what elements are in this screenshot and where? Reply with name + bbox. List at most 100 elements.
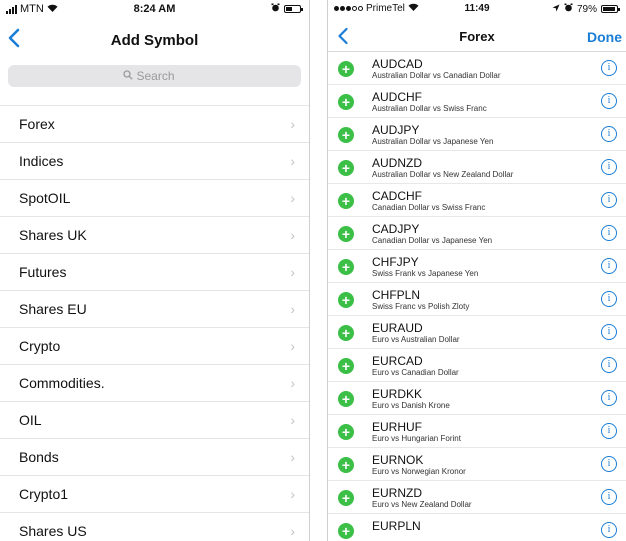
category-item-shares-eu[interactable]: Shares EU › (0, 291, 309, 328)
category-label: Commodities. (19, 375, 105, 391)
category-item-bonds[interactable]: Bonds › (0, 439, 309, 476)
info-icon[interactable]: i (601, 126, 617, 142)
symbol-description: Australian Dollar vs Swiss Franc (372, 104, 487, 113)
chevron-right-icon: › (290, 264, 295, 280)
info-icon[interactable]: i (601, 93, 617, 109)
symbol-description: Euro vs Danish Krone (372, 401, 450, 410)
add-symbol-button[interactable]: + (338, 358, 354, 374)
category-item-indices[interactable]: Indices › (0, 143, 309, 180)
add-symbol-button[interactable]: + (338, 259, 354, 275)
info-icon[interactable]: i (601, 159, 617, 175)
add-symbol-button[interactable]: + (338, 292, 354, 308)
symbol-code: CADJPY (372, 222, 420, 236)
nav-bar: Forex Done (328, 20, 626, 52)
symbol-description: Euro vs Norwegian Kronor (372, 467, 466, 476)
category-label: Shares UK (19, 227, 87, 243)
add-symbol-button[interactable]: + (338, 61, 354, 77)
info-icon[interactable]: i (601, 357, 617, 373)
info-icon[interactable]: i (601, 225, 617, 241)
symbol-row: + CHFPLN Swiss Franc vs Polish Zloty i (328, 283, 626, 316)
info-icon[interactable]: i (601, 423, 617, 439)
symbol-row: + CADCHF Canadian Dollar vs Swiss Franc … (328, 184, 626, 217)
category-item-oil[interactable]: OIL › (0, 402, 309, 439)
search-bar (0, 64, 309, 106)
category-label: Indices (19, 153, 64, 169)
info-icon[interactable]: i (601, 390, 617, 406)
battery-percent: 79% (576, 3, 597, 15)
chevron-right-icon: › (290, 486, 295, 502)
symbol-row: + CHFJPY Swiss Frank vs Japanese Yen i (328, 250, 626, 283)
search-icon (122, 69, 133, 83)
symbol-description: Euro vs Australian Dollar (372, 335, 460, 344)
symbol-description: Australian Dollar vs New Zealand Dollar (372, 170, 514, 179)
symbol-row: + AUDCAD Australian Dollar vs Canadian D… (328, 52, 626, 85)
alarm-icon (271, 3, 280, 15)
category-item-crypto[interactable]: Crypto › (0, 328, 309, 365)
chevron-right-icon: › (290, 523, 295, 539)
category-item-shares-uk[interactable]: Shares UK › (0, 217, 309, 254)
category-label: Shares US (19, 523, 87, 539)
info-icon[interactable]: i (601, 60, 617, 76)
category-item-shares-us[interactable]: Shares US › (0, 513, 309, 541)
symbol-code: EURDKK (372, 387, 423, 401)
status-bar: MTN 8:24 AM (0, 0, 309, 20)
chevron-right-icon: › (290, 449, 295, 465)
symbol-code: CADCHF (372, 189, 422, 203)
chevron-right-icon: › (290, 301, 295, 317)
symbol-code: AUDCAD (372, 57, 423, 71)
chevron-right-icon: › (290, 375, 295, 391)
symbol-row: + EURNZD Euro vs New Zealand Dollar i (328, 481, 626, 514)
category-label: Bonds (19, 449, 59, 465)
add-symbol-button[interactable]: + (338, 193, 354, 209)
symbol-description: Swiss Franc vs Polish Zloty (372, 302, 470, 311)
symbol-code: CHFPLN (372, 288, 421, 302)
add-symbol-button[interactable]: + (338, 457, 354, 473)
symbol-description: Australian Dollar vs Canadian Dollar (372, 71, 501, 80)
symbol-description: Australian Dollar vs Japanese Yen (372, 137, 494, 146)
category-item-forex[interactable]: Forex › (0, 106, 309, 143)
symbol-code: EURPLN (372, 519, 421, 533)
category-label: OIL (19, 412, 42, 428)
add-symbol-button[interactable]: + (338, 94, 354, 110)
symbol-code: EURAUD (372, 321, 423, 335)
symbol-description: Swiss Frank vs Japanese Yen (372, 269, 479, 278)
category-item-spotoil[interactable]: SpotOIL › (0, 180, 309, 217)
chevron-right-icon: › (290, 227, 295, 243)
info-icon[interactable]: i (601, 489, 617, 505)
add-symbol-button[interactable]: + (338, 325, 354, 341)
info-icon[interactable]: i (601, 291, 617, 307)
info-icon[interactable]: i (601, 456, 617, 472)
category-label: Forex (19, 116, 55, 132)
symbol-code: CHFJPY (372, 255, 419, 269)
forex-screen: PrimeTel 11:49 79% Forex Done + AUDCAD A… (327, 0, 626, 541)
search-input[interactable] (136, 69, 187, 83)
location-icon (552, 4, 560, 15)
category-label: Futures (19, 264, 67, 280)
done-button[interactable]: Done (587, 29, 622, 45)
add-symbol-button[interactable]: + (338, 160, 354, 176)
category-item-commodities[interactable]: Commodities. › (0, 365, 309, 402)
add-symbol-button[interactable]: + (338, 391, 354, 407)
category-list: Forex › Indices › SpotOIL › Shares UK › Futu… (0, 106, 309, 541)
status-bar: PrimeTel 11:49 79% (328, 0, 626, 20)
symbol-description: Euro vs New Zealand Dollar (372, 500, 472, 509)
info-icon[interactable]: i (601, 258, 617, 274)
symbol-row: + AUDCHF Australian Dollar vs Swiss Fran… (328, 85, 626, 118)
info-icon[interactable]: i (601, 522, 617, 538)
add-symbol-button[interactable]: + (338, 127, 354, 143)
category-item-crypto1[interactable]: Crypto1 › (0, 476, 309, 513)
info-icon[interactable]: i (601, 192, 617, 208)
add-symbol-button[interactable]: + (338, 424, 354, 440)
add-symbol-button[interactable]: + (338, 490, 354, 506)
category-item-futures[interactable]: Futures › (0, 254, 309, 291)
add-symbol-button[interactable]: + (338, 523, 354, 539)
search-field[interactable] (8, 65, 301, 87)
symbol-description: Canadian Dollar vs Swiss Franc (372, 203, 486, 212)
symbol-description: Euro vs Canadian Dollar (372, 368, 459, 377)
add-symbol-button[interactable]: + (338, 226, 354, 242)
chevron-right-icon: › (290, 116, 295, 132)
symbol-code: EURCAD (372, 354, 423, 368)
symbol-row: + EURHUF Euro vs Hungarian Forint i (328, 415, 626, 448)
info-icon[interactable]: i (601, 324, 617, 340)
category-label: Crypto1 (19, 486, 69, 502)
